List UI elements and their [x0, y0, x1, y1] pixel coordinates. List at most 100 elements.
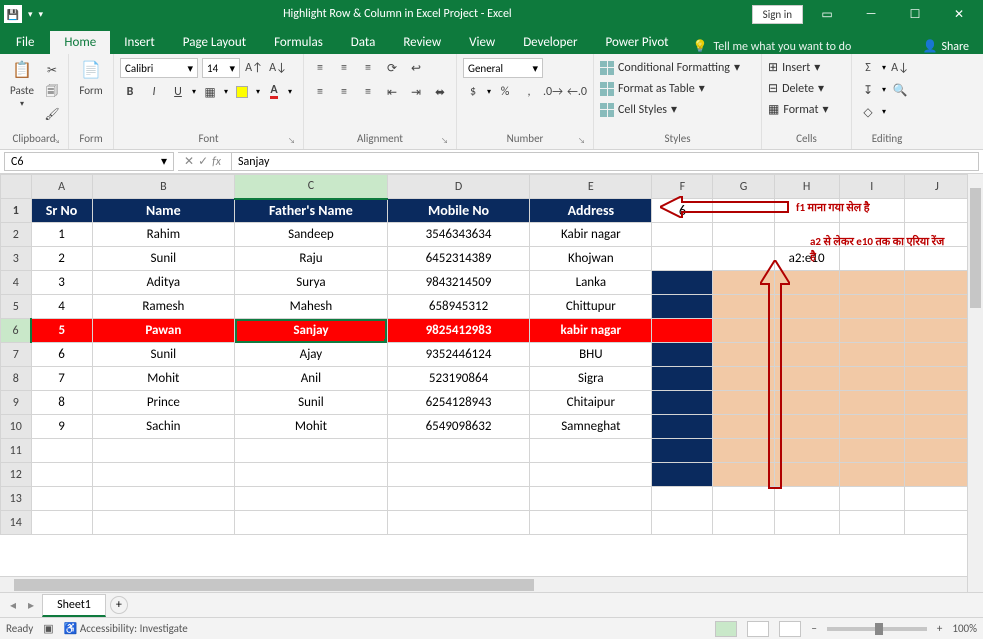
cell[interactable]: Khojwan: [530, 247, 652, 271]
cell[interactable]: 9: [31, 415, 92, 439]
col-header[interactable]: J: [904, 175, 969, 199]
fx-icon[interactable]: fx: [212, 155, 225, 169]
decrease-font-button[interactable]: A↓: [268, 58, 288, 78]
cell[interactable]: 4: [31, 295, 92, 319]
cell[interactable]: 8: [31, 391, 92, 415]
align-center-button[interactable]: ≡: [334, 82, 354, 102]
col-header[interactable]: A: [31, 175, 92, 199]
row-header[interactable]: 3: [1, 247, 32, 271]
cell[interactable]: Mobile No: [387, 199, 530, 223]
wrap-text-button[interactable]: ↩: [406, 58, 426, 78]
fill-button[interactable]: ↧: [858, 80, 878, 100]
conditional-formatting-button[interactable]: Conditional Formatting ▾: [600, 58, 740, 77]
cell[interactable]: Raju: [235, 247, 388, 271]
clear-button[interactable]: ◇: [858, 102, 878, 122]
sort-filter-button[interactable]: A↓: [890, 58, 910, 78]
tab-power-pivot[interactable]: Power Pivot: [591, 31, 682, 54]
sheet-tab[interactable]: Sheet1: [42, 594, 106, 617]
col-header[interactable]: H: [774, 175, 839, 199]
accounting-format-button[interactable]: $: [463, 82, 483, 102]
cell[interactable]: Ramesh: [92, 295, 235, 319]
name-box[interactable]: C6▾: [4, 152, 174, 171]
copy-button[interactable]: 🗐: [42, 82, 62, 102]
align-top-button[interactable]: ≡: [310, 58, 330, 78]
cell[interactable]: Sachin: [92, 415, 235, 439]
underline-button[interactable]: U: [168, 82, 188, 102]
tab-formulas[interactable]: Formulas: [260, 31, 337, 54]
cell[interactable]: 523190864: [387, 367, 530, 391]
format-as-table-button[interactable]: Format as Table ▾: [600, 79, 740, 98]
col-header[interactable]: F: [652, 175, 713, 199]
formula-bar[interactable]: Sanjay: [232, 152, 979, 171]
row-header[interactable]: 8: [1, 367, 32, 391]
cell[interactable]: [839, 415, 904, 439]
add-sheet-button[interactable]: +: [110, 596, 128, 614]
cell[interactable]: Anil: [235, 367, 388, 391]
cell[interactable]: [652, 295, 713, 319]
cell[interactable]: [652, 319, 713, 343]
cell[interactable]: Sr No: [31, 199, 92, 223]
cell[interactable]: Sigra: [530, 367, 652, 391]
row-header[interactable]: 2: [1, 223, 32, 247]
qat-caret-icon[interactable]: ▾: [28, 9, 33, 20]
row-header[interactable]: 7: [1, 343, 32, 367]
sheet-nav-next[interactable]: ▸: [24, 598, 38, 613]
cell[interactable]: 3546343634: [387, 223, 530, 247]
minimize-button[interactable]: —: [851, 1, 891, 27]
tab-developer[interactable]: Developer: [509, 31, 591, 54]
increase-indent-button[interactable]: ⇥: [406, 82, 426, 102]
insert-cells-button[interactable]: ⊞ Insert ▾: [768, 58, 828, 77]
cell[interactable]: [652, 415, 713, 439]
cell[interactable]: [904, 319, 969, 343]
maximize-button[interactable]: ☐: [895, 1, 935, 27]
orientation-button[interactable]: ⟳: [382, 58, 402, 78]
cell[interactable]: Name: [92, 199, 235, 223]
tell-me-input[interactable]: Tell me what you want to do: [713, 40, 851, 54]
tab-view[interactable]: View: [455, 31, 509, 54]
cell[interactable]: 6452314389: [387, 247, 530, 271]
cell[interactable]: 2: [31, 247, 92, 271]
cell[interactable]: Mahesh: [235, 295, 388, 319]
cell[interactable]: BHU: [530, 343, 652, 367]
col-header[interactable]: D: [387, 175, 530, 199]
cell[interactable]: 9352446124: [387, 343, 530, 367]
align-right-button[interactable]: ≡: [358, 82, 378, 102]
col-header[interactable]: C: [235, 175, 388, 199]
tab-data[interactable]: Data: [337, 31, 390, 54]
tab-review[interactable]: Review: [389, 31, 455, 54]
cell[interactable]: Mohit: [92, 367, 235, 391]
align-bottom-button[interactable]: ≡: [358, 58, 378, 78]
cell[interactable]: [713, 223, 774, 247]
cell[interactable]: Mohit: [235, 415, 388, 439]
paste-button[interactable]: 📋 Paste ▾: [6, 56, 38, 111]
cell[interactable]: Address: [530, 199, 652, 223]
cell[interactable]: [904, 343, 969, 367]
cell[interactable]: [652, 247, 713, 271]
tab-page-layout[interactable]: Page Layout: [169, 31, 260, 54]
cell[interactable]: Sanjay: [235, 319, 388, 343]
zoom-level[interactable]: 100%: [952, 622, 977, 635]
number-format-select[interactable]: General▾: [463, 58, 543, 78]
merge-center-button[interactable]: ⬌: [430, 82, 450, 102]
cell[interactable]: [904, 391, 969, 415]
row-header[interactable]: 4: [1, 271, 32, 295]
tab-insert[interactable]: Insert: [110, 31, 169, 54]
font-name-select[interactable]: Calibri▾: [120, 58, 198, 78]
cancel-formula-icon[interactable]: ✕: [184, 154, 194, 169]
percent-button[interactable]: %: [495, 82, 515, 102]
delete-cells-button[interactable]: ⊟ Delete ▾: [768, 79, 828, 98]
cell[interactable]: Surya: [235, 271, 388, 295]
cell[interactable]: [904, 271, 969, 295]
cell[interactable]: [839, 319, 904, 343]
cell[interactable]: [652, 343, 713, 367]
cell[interactable]: 9843214509: [387, 271, 530, 295]
comma-button[interactable]: ,: [519, 82, 539, 102]
row-header[interactable]: 9: [1, 391, 32, 415]
row-header[interactable]: 10: [1, 415, 32, 439]
col-header[interactable]: B: [92, 175, 235, 199]
cell[interactable]: [652, 367, 713, 391]
cell[interactable]: kabir nagar: [530, 319, 652, 343]
accessibility-status[interactable]: ♿ Accessibility: Investigate: [64, 622, 188, 635]
sheet-nav-prev[interactable]: ◂: [6, 598, 20, 613]
cell-styles-button[interactable]: Cell Styles ▾: [600, 100, 740, 119]
